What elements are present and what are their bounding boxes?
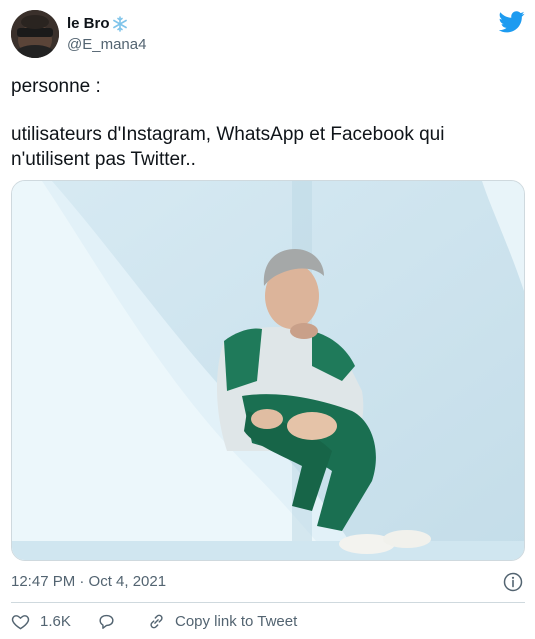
tweet-text-line: personne : [11,76,101,97]
like-count: 1.6K [40,613,71,630]
tweet-text-line: n'utilisent pas Twitter.. [11,149,196,170]
tweet-text: personne : utilisateurs d'Instagram, Wha… [11,74,521,172]
author-handle[interactable]: @E_mana4 [67,36,146,53]
reply-button[interactable] [97,612,116,631]
heart-icon [11,615,30,630]
speech-bubble-icon [99,614,114,629]
info-icon[interactable] [503,572,523,592]
snowflake-icon [112,15,128,32]
link-icon [150,614,163,629]
tweet-media-image[interactable] [11,180,525,561]
like-button[interactable]: 1.6K [11,612,71,631]
tweet-text-line: utilisateurs d'Instagram, WhatsApp et Fa… [11,124,445,145]
avatar[interactable] [11,10,59,58]
tweet-card: le Bro @E_mana4 personne : utilisateurs … [0,0,535,639]
tweet-timestamp[interactable]: 12:47 PM · Oct 4, 2021 [11,573,166,590]
twitter-bird-icon[interactable] [499,11,525,33]
display-name-text: le Bro [67,15,110,32]
author-display-name[interactable]: le Bro [67,15,128,32]
photo-old-man-in-corner [12,181,524,560]
copy-link-button[interactable]: Copy link to Tweet [147,612,297,631]
avatar-image [11,10,59,58]
copy-link-label: Copy link to Tweet [175,613,298,630]
divider [11,602,525,603]
